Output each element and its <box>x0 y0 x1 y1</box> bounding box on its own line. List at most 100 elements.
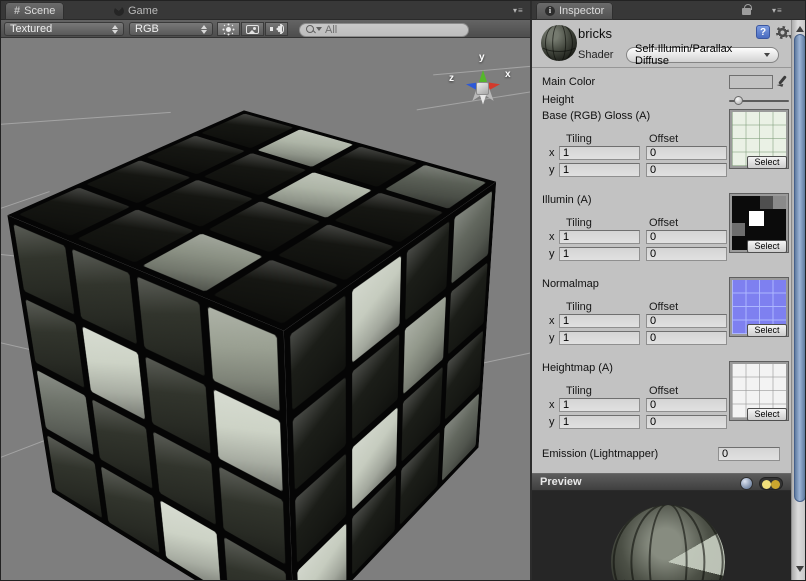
preview-sphere <box>611 505 725 581</box>
tiling-y-input[interactable] <box>559 163 640 177</box>
scene-tabstrip: # Scene Game ▾≡ <box>1 1 532 20</box>
tiling-x-input[interactable] <box>559 146 640 160</box>
texture-thumbnail[interactable]: Select <box>730 362 788 420</box>
gizmo-x-label: x <box>505 69 511 80</box>
offset-y-input[interactable] <box>646 331 727 345</box>
tiling-header: Tiling <box>566 133 592 145</box>
select-texture-button[interactable]: Select <box>747 408 787 421</box>
y-axis-label: y <box>549 332 555 344</box>
render-mode-dropdown[interactable]: Textured <box>4 22 124 36</box>
scene-grid-icon: # <box>14 5 20 17</box>
tiling-y-input[interactable] <box>559 247 640 261</box>
x-axis-label: x <box>549 231 555 243</box>
preview-lighting-toggle[interactable] <box>759 477 783 490</box>
tiling-header: Tiling <box>566 301 592 313</box>
tiling-x-input[interactable] <box>559 314 640 328</box>
offset-header: Offset <box>649 217 678 229</box>
info-icon: i <box>545 6 555 16</box>
sun-icon <box>226 27 231 32</box>
preview-sphere-button[interactable] <box>740 477 753 490</box>
tab-inspector-label: Inspector <box>559 5 604 17</box>
audio-toggle[interactable] <box>265 22 288 36</box>
texture-section: Illumin (A) Tiling Offset x y Select <box>542 194 791 263</box>
tiling-y-input[interactable] <box>559 415 640 429</box>
scroll-up-arrow-icon[interactable] <box>796 26 804 32</box>
gear-icon[interactable] <box>776 26 789 39</box>
eyedropper-icon[interactable] <box>776 74 788 90</box>
preview-viewport[interactable] <box>532 491 791 581</box>
illumin-texture-cell <box>760 196 773 209</box>
main-color-row: Main Color <box>542 74 791 92</box>
inspector-panel: bricks Shader Self-Illumin/Parallax Diff… <box>532 20 791 581</box>
search-icon <box>306 25 320 35</box>
offset-y-input[interactable] <box>646 163 727 177</box>
cube-object[interactable] <box>26 93 506 573</box>
textured-cube <box>139 157 404 533</box>
inspector-scrollbar[interactable] <box>791 20 806 581</box>
tiling-y-input[interactable] <box>559 331 640 345</box>
texture-section: Normalmap Tiling Offset x y Select <box>542 278 791 347</box>
gizmo-center-cube[interactable] <box>476 82 489 95</box>
offset-x-input[interactable] <box>646 314 727 328</box>
scene-toolbar: Textured RGB <box>1 20 532 38</box>
tiling-x-input[interactable] <box>559 398 640 412</box>
tiling-x-input[interactable] <box>559 230 640 244</box>
select-texture-button[interactable]: Select <box>747 156 787 169</box>
offset-header: Offset <box>649 301 678 313</box>
color-channels-dropdown[interactable]: RGB <box>129 22 213 36</box>
emission-input[interactable] <box>718 447 780 461</box>
offset-y-input[interactable] <box>646 415 727 429</box>
texture-sections: Base (RGB) Gloss (A) Tiling Offset x y S… <box>542 110 791 431</box>
height-row: Height <box>542 92 791 110</box>
updown-arrows-icon <box>201 25 207 34</box>
shader-value: Self-Illumin/Parallax Diffuse <box>635 43 764 67</box>
lock-icon[interactable] <box>742 8 751 15</box>
preview-header[interactable]: Preview <box>532 473 791 491</box>
offset-y-input[interactable] <box>646 247 727 261</box>
shader-dropdown[interactable]: Self-Illumin/Parallax Diffuse <box>626 47 779 63</box>
emission-row: Emission (Lightmapper) <box>542 446 791 464</box>
scene-search-input[interactable] <box>323 23 443 37</box>
offset-x-input[interactable] <box>646 230 727 244</box>
main-color-label: Main Color <box>542 76 595 88</box>
tab-inspector[interactable]: i Inspector <box>536 2 613 20</box>
material-name: bricks <box>578 26 612 41</box>
game-icon <box>114 6 124 16</box>
y-axis-label: y <box>549 248 555 260</box>
scene-viewport[interactable]: y z x <box>1 38 530 581</box>
inspector-tabstrip: i Inspector ▾≡ <box>532 1 806 20</box>
texture-thumbnail[interactable]: Select <box>730 278 788 336</box>
offset-x-input[interactable] <box>646 398 727 412</box>
texture-section: Heightmap (A) Tiling Offset x y Select <box>542 362 791 431</box>
texture-thumbnail[interactable]: Select <box>730 110 788 168</box>
tab-scene[interactable]: # Scene <box>5 2 64 20</box>
material-header: bricks Shader Self-Illumin/Parallax Diff… <box>532 20 791 68</box>
tab-game[interactable]: Game <box>105 2 167 20</box>
scene-panel-menu-icon[interactable]: ▾≡ <box>513 6 524 15</box>
skybox-fx-toggle[interactable] <box>241 22 264 36</box>
preview-title: Preview <box>540 476 582 488</box>
tiling-header: Tiling <box>566 217 592 229</box>
height-slider[interactable] <box>729 100 789 102</box>
gizmo-z-label: z <box>449 73 454 84</box>
scene-search-field[interactable] <box>299 23 469 37</box>
emission-label: Emission (Lightmapper) <box>542 448 658 460</box>
help-icon[interactable]: ? <box>756 25 770 39</box>
scroll-down-arrow-icon[interactable] <box>796 566 804 572</box>
scene-lighting-toggle[interactable] <box>217 22 240 36</box>
select-texture-button[interactable]: Select <box>747 324 787 337</box>
chevron-down-icon <box>764 53 770 57</box>
main-color-swatch[interactable] <box>729 75 773 89</box>
y-axis-label: y <box>549 416 555 428</box>
scrollbar-thumb[interactable] <box>794 34 806 502</box>
inspector-panel-menu-icon[interactable]: ▾≡ <box>772 6 783 15</box>
texture-thumbnail[interactable]: Select <box>730 194 788 252</box>
x-axis-label: x <box>549 399 555 411</box>
cube-tile <box>47 435 102 518</box>
preview-panel: Preview <box>532 473 791 581</box>
scene-orientation-gizmo[interactable]: y z x <box>451 56 515 120</box>
cube-tile <box>37 370 94 456</box>
offset-x-input[interactable] <box>646 146 727 160</box>
height-slider-knob[interactable] <box>734 96 743 105</box>
select-texture-button[interactable]: Select <box>747 240 787 253</box>
